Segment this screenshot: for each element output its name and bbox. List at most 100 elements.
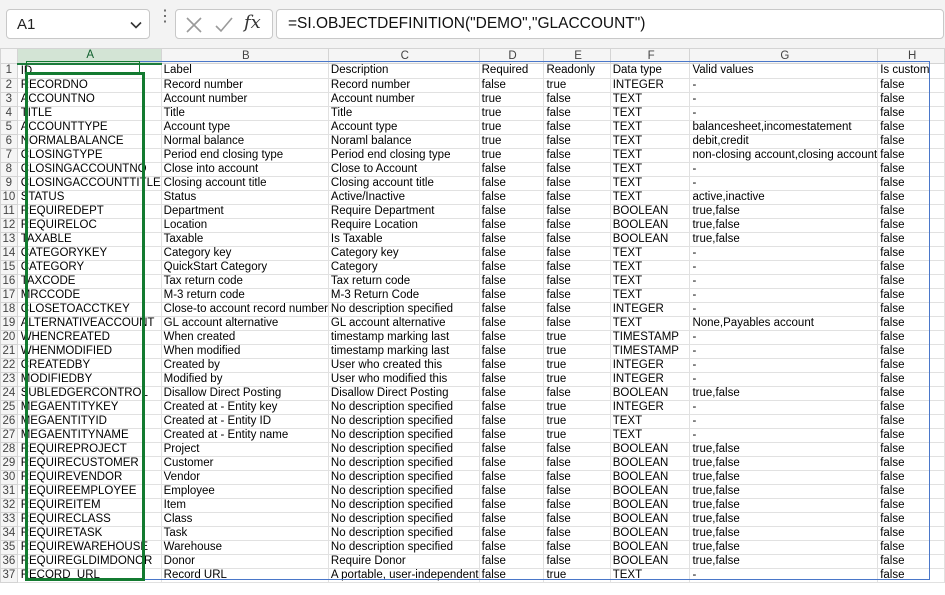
cell-e[interactable]: false — [543, 175, 611, 191]
cell-h[interactable]: false — [877, 371, 945, 387]
cell-g[interactable]: None,Payables account — [689, 315, 879, 331]
row-header[interactable]: 6 — [0, 133, 18, 149]
cell-h[interactable]: false — [877, 315, 945, 331]
cell-a[interactable]: REQUIRETASK — [16, 525, 162, 541]
cell-d[interactable]: false — [478, 161, 545, 177]
cell-a[interactable]: SUBLEDGERCONTROL — [16, 385, 162, 401]
cell-f[interactable]: BOOLEAN — [609, 231, 691, 247]
cell-a[interactable]: RECORDNO — [16, 77, 162, 93]
chevron-down-icon[interactable] — [129, 18, 143, 32]
row-header[interactable]: 29 — [0, 455, 18, 471]
cell-c[interactable]: No description specified — [327, 469, 480, 485]
cell-g[interactable]: - — [689, 77, 879, 93]
cell-h[interactable]: false — [877, 231, 945, 247]
cell-e[interactable]: false — [543, 469, 611, 485]
cell-f[interactable]: BOOLEAN — [609, 497, 691, 513]
cell-c[interactable]: Title — [327, 105, 480, 121]
cell-b[interactable]: M-3 return code — [160, 287, 329, 303]
row-header[interactable]: 35 — [0, 539, 18, 555]
cell-d[interactable]: false — [478, 287, 545, 303]
column-header-c[interactable]: C — [327, 48, 480, 64]
cell-g[interactable]: balancesheet,incomestatement — [689, 119, 879, 135]
cell-a[interactable]: CATEGORY — [16, 259, 162, 275]
cell-e[interactable]: false — [543, 203, 611, 219]
cell-a[interactable]: TAXCODE — [16, 273, 162, 289]
cell-c[interactable]: No description specified — [327, 511, 480, 527]
cell-e[interactable]: false — [543, 539, 611, 555]
cell-h[interactable]: false — [877, 385, 945, 401]
cell-g[interactable]: - — [689, 413, 879, 429]
cell-c[interactable]: Category — [327, 259, 480, 275]
cell-e[interactable]: true — [543, 567, 611, 583]
cell-b[interactable]: Tax return code — [160, 273, 329, 289]
cell-g[interactable]: - — [689, 567, 879, 583]
cell-b[interactable]: QuickStart Category — [160, 259, 329, 275]
cell-g[interactable]: true,false — [689, 511, 879, 527]
cell-d[interactable]: false — [478, 77, 545, 93]
cell-e[interactable]: false — [543, 273, 611, 289]
cell-d[interactable]: false — [478, 385, 545, 401]
cell-e[interactable]: true — [543, 357, 611, 373]
cell-d[interactable]: false — [478, 525, 545, 541]
cell-h[interactable]: false — [877, 91, 945, 107]
row-header[interactable]: 5 — [0, 119, 18, 135]
cell-a[interactable]: ACCOUNTTYPE — [16, 119, 162, 135]
cell-a[interactable]: TITLE — [16, 105, 162, 121]
cell-h[interactable]: false — [877, 105, 945, 121]
cell-a[interactable]: REQUIRECLASS — [16, 511, 162, 527]
cell-d[interactable]: false — [478, 511, 545, 527]
cell-e[interactable]: false — [543, 511, 611, 527]
cell-e[interactable]: false — [543, 455, 611, 471]
cell-h[interactable]: false — [877, 273, 945, 289]
cell-a[interactable]: CLOSINGTYPE — [16, 147, 162, 163]
cell-b[interactable]: Disallow Direct Posting — [160, 385, 329, 401]
cell-c[interactable]: Description — [327, 63, 480, 79]
column-header-d[interactable]: D — [478, 48, 545, 64]
cell-d[interactable]: false — [478, 553, 545, 569]
cell-e[interactable]: true — [543, 427, 611, 443]
cell-a[interactable]: REQUIREPROJECT — [16, 441, 162, 457]
cell-f[interactable]: INTEGER — [609, 301, 691, 317]
cell-d[interactable]: false — [478, 413, 545, 429]
cell-d[interactable]: false — [478, 441, 545, 457]
cell-b[interactable]: Normal balance — [160, 133, 329, 149]
cell-d[interactable]: false — [478, 203, 545, 219]
cell-f[interactable]: Data type — [609, 63, 691, 79]
cell-f[interactable]: TIMESTAMP — [609, 329, 691, 345]
cell-e[interactable]: true — [543, 413, 611, 429]
cell-g[interactable]: true,false — [689, 497, 879, 513]
cell-c[interactable]: No description specified — [327, 399, 480, 415]
cell-h[interactable]: false — [877, 553, 945, 569]
cell-f[interactable]: BOOLEAN — [609, 385, 691, 401]
cell-d[interactable]: false — [478, 259, 545, 275]
cell-b[interactable]: Created at - Entity name — [160, 427, 329, 443]
row-header[interactable]: 33 — [0, 511, 18, 527]
cell-h[interactable]: Is custom — [877, 63, 945, 79]
cell-f[interactable]: TEXT — [609, 147, 691, 163]
cell-a[interactable]: STATUS — [16, 189, 162, 205]
cell-g[interactable]: true,false — [689, 525, 879, 541]
cell-a[interactable]: CLOSINGACCOUNTNO — [16, 161, 162, 177]
cell-c[interactable]: Record number — [327, 77, 480, 93]
cell-f[interactable]: INTEGER — [609, 357, 691, 373]
cell-e[interactable]: false — [543, 161, 611, 177]
row-header[interactable]: 20 — [0, 329, 18, 345]
column-header-h[interactable]: H — [877, 48, 945, 64]
cell-f[interactable]: BOOLEAN — [609, 455, 691, 471]
row-header[interactable]: 1 — [0, 63, 18, 79]
cell-h[interactable]: false — [877, 413, 945, 429]
cell-d[interactable]: true — [478, 91, 545, 107]
row-header[interactable]: 34 — [0, 525, 18, 541]
cell-f[interactable]: TEXT — [609, 133, 691, 149]
cell-h[interactable]: false — [877, 455, 945, 471]
cell-d[interactable]: false — [478, 483, 545, 499]
cell-g[interactable]: true,false — [689, 231, 879, 247]
cell-c[interactable]: Close to Account — [327, 161, 480, 177]
cell-f[interactable]: TEXT — [609, 567, 691, 583]
cell-c[interactable]: Period end closing type — [327, 147, 480, 163]
row-header[interactable]: 27 — [0, 427, 18, 443]
cell-f[interactable]: INTEGER — [609, 371, 691, 387]
cell-d[interactable]: false — [478, 273, 545, 289]
cell-h[interactable]: false — [877, 497, 945, 513]
cell-e[interactable]: false — [543, 553, 611, 569]
